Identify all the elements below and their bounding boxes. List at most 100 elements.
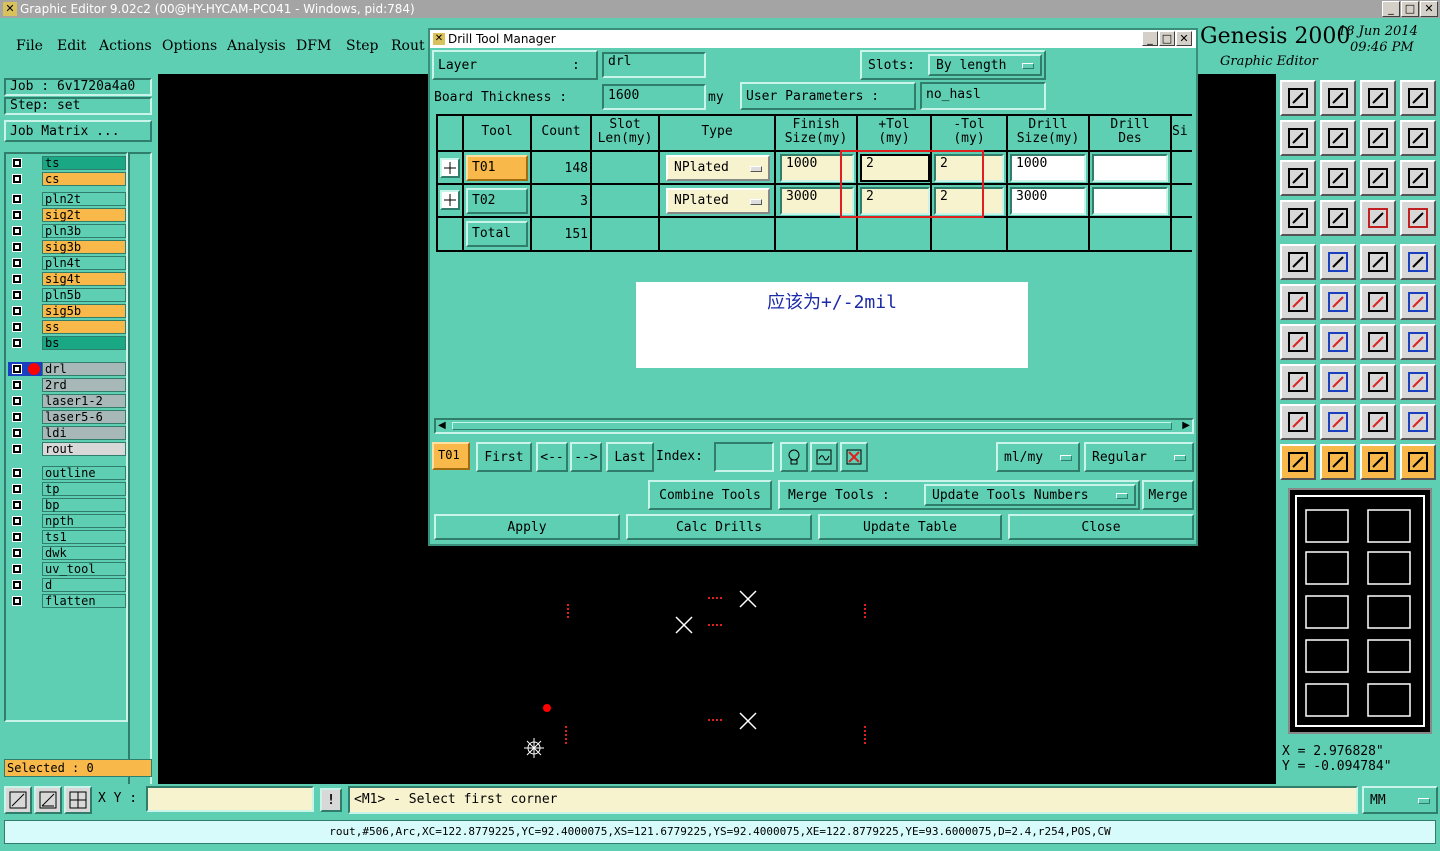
exit-icon[interactable]: [1320, 120, 1356, 156]
cross-icon[interactable]: [1320, 284, 1356, 320]
layer-scrollbar[interactable]: [128, 152, 152, 832]
layer-checkbox[interactable]: [12, 158, 22, 168]
tool-cell[interactable]: T02: [466, 188, 528, 214]
layer-name[interactable]: bs: [42, 336, 126, 350]
grid-snap-icon[interactable]: [64, 786, 92, 814]
route-icon[interactable]: [1400, 444, 1436, 480]
pointer-icon[interactable]: [1280, 444, 1316, 480]
expand-t02-icon[interactable]: [440, 190, 460, 210]
layer-checkbox[interactable]: [12, 364, 22, 374]
mode-dropdown[interactable]: Regular: [1084, 442, 1194, 472]
xy-input[interactable]: [146, 786, 314, 812]
layer-row-laser1-2[interactable]: laser1-2: [8, 394, 126, 408]
layer-name[interactable]: pln3b: [42, 224, 126, 238]
scale-icon[interactable]: [1360, 160, 1396, 196]
layer-row-pln2t[interactable]: pln2t: [8, 192, 126, 206]
scroll-left-icon[interactable]: ◀: [438, 420, 446, 431]
minimize-button[interactable]: _: [1382, 1, 1400, 17]
arc-icon[interactable]: [1360, 324, 1396, 360]
layer-name[interactable]: flatten: [42, 594, 126, 608]
layer-row-uv_tool[interactable]: uv_tool: [8, 562, 126, 576]
close-button[interactable]: Close: [1008, 514, 1194, 540]
arch-icon[interactable]: [1360, 404, 1396, 440]
line-icon[interactable]: [1320, 324, 1356, 360]
layer-name[interactable]: ts1: [42, 530, 126, 544]
dialog-maximize-button[interactable]: □: [1159, 31, 1175, 46]
pad-icon[interactable]: [1280, 364, 1316, 400]
home-icon[interactable]: [1360, 80, 1396, 116]
menu-rout[interactable]: Rout: [391, 38, 425, 54]
layer-name[interactable]: 2rd: [42, 378, 126, 392]
layer-row-ldi[interactable]: ldi: [8, 426, 126, 440]
layer-row-ts[interactable]: ts: [8, 156, 126, 170]
layer-row-npth[interactable]: npth: [8, 514, 126, 528]
type-dropdown[interactable]: NPlated: [666, 188, 770, 214]
layer-row-drl[interactable]: drl: [8, 362, 126, 376]
bulb-icon[interactable]: [780, 442, 808, 472]
snap-icon[interactable]: [1400, 120, 1436, 156]
layer-row-pln3b[interactable]: pln3b: [8, 224, 126, 238]
layer-name[interactable]: npth: [42, 514, 126, 528]
layer-row-sig3b[interactable]: sig3b: [8, 240, 126, 254]
scroll-thumb[interactable]: [452, 422, 1172, 430]
layer-checkbox[interactable]: [12, 532, 22, 542]
alert-icon[interactable]: !: [320, 788, 342, 812]
layer-row-pln5b[interactable]: pln5b: [8, 288, 126, 302]
layer-row-pln4t[interactable]: pln4t: [8, 256, 126, 270]
layer-row-bs[interactable]: bs: [8, 336, 126, 350]
layer-row-outline[interactable]: outline: [8, 466, 126, 480]
close-window-button[interactable]: ✕: [1420, 1, 1438, 17]
layer-checkbox[interactable]: [12, 412, 22, 422]
layer-row-bp[interactable]: bp: [8, 498, 126, 512]
table-hscrollbar[interactable]: ◀ ▶: [434, 418, 1194, 434]
layer-checkbox[interactable]: [12, 548, 22, 558]
tool-cell[interactable]: T01: [466, 155, 528, 181]
first-button[interactable]: First: [476, 442, 532, 472]
ruler-icon[interactable]: [1360, 244, 1396, 280]
layer-checkbox[interactable]: [12, 516, 22, 526]
layer-name[interactable]: ts: [42, 156, 126, 170]
menu-edit[interactable]: Edit: [57, 38, 86, 54]
edit-shape-icon[interactable]: [1320, 244, 1356, 280]
load-icon[interactable]: [1280, 80, 1316, 116]
center-icon[interactable]: [1320, 160, 1356, 196]
cluster-icon[interactable]: [1400, 364, 1436, 400]
layer-name[interactable]: sig2t: [42, 208, 126, 222]
layer-name[interactable]: ldi: [42, 426, 126, 440]
layer-row-sig5b[interactable]: sig5b: [8, 304, 126, 318]
layer-checkbox[interactable]: [12, 274, 22, 284]
layer-row-flatten[interactable]: flatten: [8, 594, 126, 608]
drill-des-field[interactable]: [1092, 187, 1168, 215]
menu-actions[interactable]: Actions: [99, 38, 152, 54]
grid-icon[interactable]: [1320, 200, 1356, 236]
menu-analysis[interactable]: Analysis: [227, 38, 286, 54]
camera-icon[interactable]: [1280, 244, 1316, 280]
pointer2-icon[interactable]: [1320, 444, 1356, 480]
panel-minimap[interactable]: [1288, 488, 1432, 734]
move-point-icon[interactable]: [1360, 284, 1396, 320]
maximize-button[interactable]: □: [1401, 1, 1419, 17]
layer-name[interactable]: sig4t: [42, 272, 126, 286]
layer-row-dwk[interactable]: dwk: [8, 546, 126, 560]
layer-row-cs[interactable]: cs: [8, 172, 126, 186]
combine-tools-button[interactable]: Combine Tools: [648, 480, 772, 510]
layer-checkbox[interactable]: [12, 396, 22, 406]
layer-checkbox[interactable]: [12, 500, 22, 510]
layer-checkbox[interactable]: [12, 174, 22, 184]
slots-dropdown[interactable]: By length: [928, 54, 1042, 76]
layer-checkbox[interactable]: [12, 338, 22, 348]
arch2-icon[interactable]: [1400, 404, 1436, 440]
menu-file[interactable]: File: [16, 38, 43, 54]
drill-size-field[interactable]: 3000: [1010, 187, 1086, 215]
layer-field[interactable]: drl: [602, 52, 706, 78]
layer-checkbox[interactable]: [12, 428, 22, 438]
layer-checkbox[interactable]: [12, 258, 22, 268]
layer-name[interactable]: rout: [42, 442, 126, 456]
wave-icon[interactable]: [810, 442, 838, 472]
layer-checkbox[interactable]: [12, 210, 22, 220]
layer-row-rout[interactable]: rout: [8, 442, 126, 456]
dialog-minimize-button[interactable]: _: [1142, 31, 1158, 46]
layer-checkbox[interactable]: [12, 580, 22, 590]
menu-dfm[interactable]: DFM: [296, 38, 331, 54]
layers-red-icon[interactable]: [1360, 200, 1396, 236]
